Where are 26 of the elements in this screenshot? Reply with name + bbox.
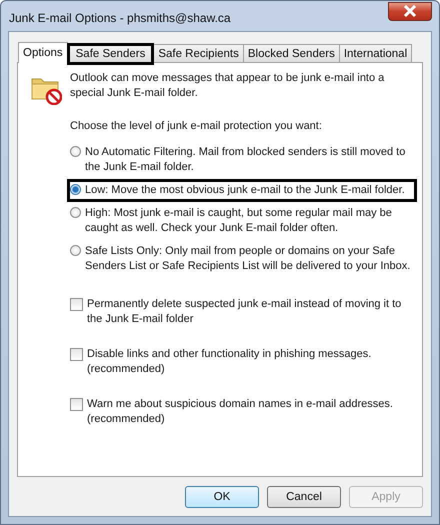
close-icon [403, 5, 417, 17]
close-button[interactable] [388, 2, 432, 20]
radio-button[interactable] [70, 245, 81, 256]
radio-button[interactable] [70, 146, 81, 157]
checkbox-option[interactable]: Disable links and other functionality in phishing messages. (recommended) [70, 347, 414, 377]
tab[interactable]: Safe Senders [66, 43, 154, 65]
radio-option[interactable]: Safe Lists Only: Only mail from people or domains on your Safe Senders List or Safe Recipients List will be delivered to your Inbox. [67, 240, 417, 278]
tab[interactable]: International [338, 44, 412, 62]
prompt-text: Choose the level of junk e-mail protection you want: [70, 119, 323, 134]
radio-option[interactable]: No Automatic Filtering. Mail from blocked senders is still moved to the Junk E-mail folder. [67, 141, 417, 179]
radio-option[interactable]: Low: Move the most obvious junk e-mail to the Junk E-mail folder. [67, 179, 417, 202]
checkbox-option[interactable]: Permanently delete suspected junk e-mail instead of moving it to the Junk E-mail folder [70, 297, 414, 327]
window-title: Junk E-mail Options - phsmiths@shaw.ca [8, 11, 231, 25]
dialog-button[interactable]: OK [185, 486, 259, 508]
checkbox[interactable] [70, 298, 83, 311]
intro-text: Outlook can move messages that appear to be junk e-mail into a special Junk E-mail folder. [70, 71, 386, 101]
radio-button[interactable] [70, 184, 81, 195]
tab[interactable]: Options [18, 42, 68, 63]
checkbox[interactable] [70, 398, 83, 411]
tab[interactable]: Safe Recipients [153, 44, 244, 62]
checkbox-option[interactable]: Warn me about suspicious domain names in e-mail addresses. (recommended) [70, 397, 414, 427]
tab[interactable]: Blocked Senders [242, 44, 340, 62]
radio-option[interactable]: High: Most junk e-mail is caught, but some regular mail may be caught as well. Check your Junk E-mail folder often. [67, 202, 417, 240]
radio-button[interactable] [70, 207, 81, 218]
checkbox[interactable] [70, 348, 83, 361]
dialog-button[interactable]: Cancel [267, 486, 341, 508]
